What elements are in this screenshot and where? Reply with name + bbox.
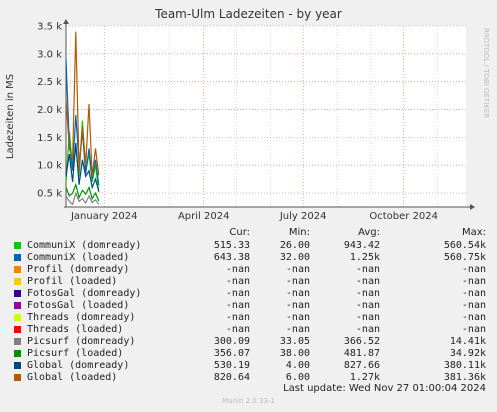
- legend-row: Picsurf (domready) 300.09 33.05 366.52 14.41…: [14, 336, 497, 348]
- legend-swatch: [14, 278, 21, 285]
- legend-max-value: -nan: [461, 288, 486, 299]
- legend-max-value: -nan: [461, 312, 486, 323]
- legend-max-value: -nan: [461, 264, 486, 275]
- legend-swatch: [14, 314, 21, 321]
- legend-row: FotosGal (domready) -nan -nan -nan -nan: [14, 288, 497, 300]
- legend-swatch: [14, 374, 21, 381]
- legend-max-value: 381.36k: [443, 372, 486, 383]
- legend-max-value: 380.11k: [443, 360, 486, 371]
- x-tick-label: January 2024: [70, 211, 138, 222]
- legend-name: Global (loaded): [27, 372, 118, 383]
- legend-max-value: 560.75k: [443, 252, 486, 263]
- legend-row: FotosGal (loaded) -nan -nan -nan -nan: [14, 300, 497, 312]
- y-tick-label: 2.0 k: [37, 105, 62, 116]
- legend-avg-value: -nan: [355, 276, 380, 287]
- legend-avg-value: 1.25k: [349, 252, 380, 263]
- legend-swatch: [14, 362, 21, 369]
- legend-name: Threads (domready): [27, 312, 136, 323]
- legend-swatch: [14, 326, 21, 333]
- y-axis-label: Ladezeiten in MS: [5, 74, 16, 159]
- x-axis-arrow: [470, 204, 475, 210]
- legend-max-value: 34.92k: [449, 348, 486, 359]
- watermark: RRDTOOL / TOBI OETIKER: [482, 28, 490, 118]
- legend-avg-value: -nan: [355, 324, 380, 335]
- y-tick-label: 1.5 k: [37, 133, 62, 144]
- legend-name: Threads (loaded): [27, 324, 124, 335]
- legend-avg-value: 943.42: [343, 240, 380, 251]
- y-tick-label: 3.0 k: [37, 49, 62, 60]
- legend-row: Threads (loaded) -nan -nan -nan -nan: [14, 324, 497, 336]
- legend-name: Picsurf (domready): [27, 336, 136, 347]
- legend-swatch: [14, 254, 21, 261]
- legend-swatch: [14, 350, 21, 357]
- legend-max-value: -nan: [461, 324, 486, 335]
- y-tick-label: 1.0 k: [37, 161, 62, 172]
- legend-row: Threads (domready) -nan -nan -nan -nan: [14, 312, 497, 324]
- legend-max-value: -nan: [461, 300, 486, 311]
- legend-swatch: [14, 290, 21, 297]
- legend-row: CommuniX (domready) 515.33 26.00 943.42 560.…: [14, 240, 497, 252]
- legend-row: Profil (domready) -nan -nan -nan -nan: [14, 264, 497, 276]
- legend-row: CommuniX (loaded) 643.38 32.00 1.25k 560.75k: [14, 252, 497, 264]
- legend-avg-value: -nan: [355, 264, 380, 275]
- legend-max-value: -nan: [461, 276, 486, 287]
- legend-avg-value: 481.87: [343, 348, 380, 359]
- last-update: Last update: Wed Nov 27 01:00:04 2024: [283, 383, 486, 394]
- legend-row: Picsurf (loaded) 356.07 38.00 481.87 34.92k: [14, 348, 497, 360]
- legend-name: Global (domready): [27, 360, 130, 371]
- legend-avg-value: 827.66: [343, 360, 380, 371]
- munin-version: Munin 2.0.33-1: [222, 397, 275, 405]
- legend-header-avg: Avg:: [358, 227, 380, 238]
- legend-name: CommuniX (domready): [27, 240, 142, 251]
- y-tick-label: 3.5 k: [37, 22, 62, 33]
- legend-name: FotosGal (domready): [27, 288, 142, 299]
- y-tick-label: 2.5 k: [37, 77, 62, 88]
- legend-swatch: [14, 338, 21, 345]
- legend-avg-value: -nan: [355, 312, 380, 323]
- x-tick-label: October 2024: [369, 211, 438, 222]
- legend-avg-value: 366.52: [343, 336, 380, 347]
- legend-avg-value: -nan: [355, 300, 380, 311]
- legend-name: Picsurf (loaded): [27, 348, 124, 359]
- legend-row: Profil (loaded) -nan -nan -nan -nan: [14, 276, 497, 288]
- y-tick-label: 0.5 k: [37, 189, 62, 200]
- legend-name: Profil (loaded): [27, 276, 118, 287]
- plot-area: [66, 26, 466, 207]
- x-tick-label: July 2024: [279, 211, 327, 222]
- legend-swatch: [14, 242, 21, 249]
- legend-avg-value: 1.27k: [349, 372, 380, 383]
- x-tick-label: April 2024: [178, 211, 229, 222]
- legend-name: FotosGal (loaded): [27, 300, 130, 311]
- legend-name: CommuniX (loaded): [27, 252, 130, 263]
- legend-swatch: [14, 302, 21, 309]
- legend-row: Global (domready) 530.19 4.00 827.66 380.11k: [14, 360, 497, 372]
- legend-header-max: Max:: [461, 227, 486, 238]
- legend-name: Profil (domready): [27, 264, 130, 275]
- legend-swatch: [14, 266, 21, 273]
- y-axis-arrow: [63, 19, 69, 24]
- legend-max-value: 14.41k: [449, 336, 486, 347]
- legend-avg-value: -nan: [355, 288, 380, 299]
- legend-max-value: 560.54k: [443, 240, 486, 251]
